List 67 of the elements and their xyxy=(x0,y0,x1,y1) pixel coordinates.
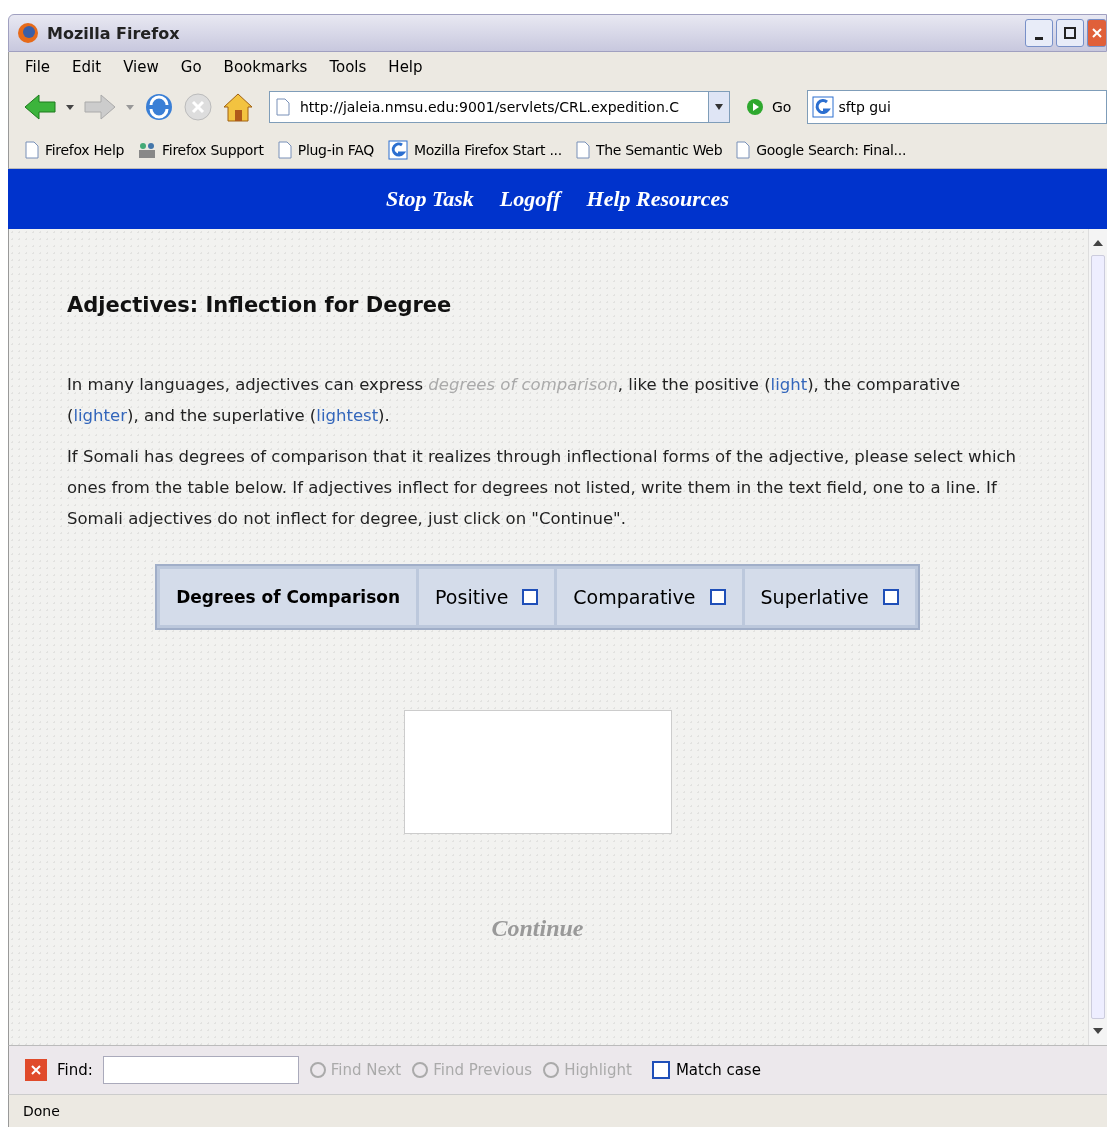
option-cell: Comparative xyxy=(557,569,742,625)
checkbox[interactable] xyxy=(882,589,899,605)
go-button[interactable]: Go xyxy=(746,98,792,116)
menu-item[interactable]: View xyxy=(123,58,159,76)
page-icon xyxy=(25,141,39,159)
example-link[interactable]: lighter xyxy=(73,406,127,425)
menu-item[interactable]: Bookmarks xyxy=(223,58,308,76)
find-icon xyxy=(308,1061,327,1079)
page-icon xyxy=(736,141,751,159)
example-link[interactable]: light xyxy=(770,375,808,394)
maximize-button[interactable] xyxy=(1056,19,1084,47)
scrollbar[interactable] xyxy=(1088,229,1107,1045)
address-bar[interactable]: http://jaleia.nmsu.edu:9001/servlets/CRL.expedition.C xyxy=(269,91,709,123)
nav-link[interactable]: Logoff xyxy=(499,186,561,212)
menu-item[interactable]: File xyxy=(25,58,51,76)
menu-item[interactable]: Tools xyxy=(329,58,367,76)
bookmark-item[interactable]: Plug-in FAQ xyxy=(277,141,374,159)
minimize-icon xyxy=(1035,36,1043,40)
find-icon xyxy=(411,1061,430,1079)
example-link[interactable]: lightest xyxy=(316,406,379,425)
instructions-paragraph: If Somali has degrees of comparison that it realizes through inflectional forms of the adjective, please select which ones from the table below. If adjectives inflect for degrees not listed, write them in the text field, one to a line. If Somali adjectives do not inflect for degree, just click on "Continue". xyxy=(67,446,1018,530)
bookmark-item[interactable]: Firefox Support xyxy=(138,141,264,159)
home-icon[interactable] xyxy=(221,91,255,123)
match-case-checkbox[interactable]: Match case xyxy=(651,1061,761,1079)
table-header-cell: Degrees of Comparison xyxy=(160,569,417,625)
back-arrow-icon[interactable] xyxy=(23,92,57,122)
menu-item[interactable]: Edit xyxy=(72,58,102,76)
find-icon xyxy=(542,1061,561,1079)
bookmark-item[interactable]: Firefox Help xyxy=(25,141,125,159)
intro-paragraph: In many languages, adjectives can express degrees of comparison, like the positive (light), the comparative (lighter), and the superlative (lightest). xyxy=(67,374,962,427)
page-icon xyxy=(277,141,292,159)
close-icon xyxy=(30,1064,42,1076)
text-field[interactable] xyxy=(403,710,672,834)
page-icon xyxy=(575,141,590,159)
play-icon xyxy=(746,98,764,116)
g-logo-icon xyxy=(812,96,835,118)
menu-item[interactable]: Go xyxy=(180,58,202,76)
close-button[interactable] xyxy=(1087,19,1106,47)
close-icon xyxy=(1091,27,1103,39)
maximize-icon xyxy=(1064,27,1076,39)
reload-icon[interactable] xyxy=(143,91,175,123)
menu-item[interactable]: Help xyxy=(388,58,423,76)
page-heading: Adjectives: Inflection for Degree xyxy=(67,293,453,317)
checkbox[interactable] xyxy=(651,1061,670,1079)
g-logo-icon xyxy=(387,140,408,160)
close-button[interactable] xyxy=(25,1059,47,1081)
checkbox[interactable] xyxy=(522,589,539,605)
dropdown-icon[interactable] xyxy=(65,103,75,111)
status-text: Done xyxy=(23,1103,60,1119)
minimize-button[interactable] xyxy=(1025,19,1053,47)
nav-link[interactable]: Stop Task xyxy=(386,186,474,212)
dropdown-button[interactable] xyxy=(708,91,730,123)
checkbox[interactable] xyxy=(709,589,726,605)
page-icon xyxy=(276,98,290,116)
option-cell: Superlative xyxy=(744,569,915,625)
bookmark-item[interactable]: The Semantic Web xyxy=(575,141,723,159)
find-label: Find: xyxy=(57,1061,93,1079)
bookmark-item[interactable]: Google Search: Final... xyxy=(736,141,907,159)
globe-icon xyxy=(17,22,39,44)
nav-link[interactable]: Help Resources xyxy=(586,186,729,212)
window-title: Mozilla Firefox xyxy=(47,23,181,43)
option-cell: Positive xyxy=(419,569,555,625)
bookmark-item[interactable]: Mozilla Firefox Start ... xyxy=(387,140,562,160)
people-icon xyxy=(138,141,157,159)
dropdown-icon xyxy=(714,103,724,111)
search-field[interactable]: sftp gui xyxy=(807,90,1107,124)
find-field[interactable] xyxy=(102,1056,299,1084)
